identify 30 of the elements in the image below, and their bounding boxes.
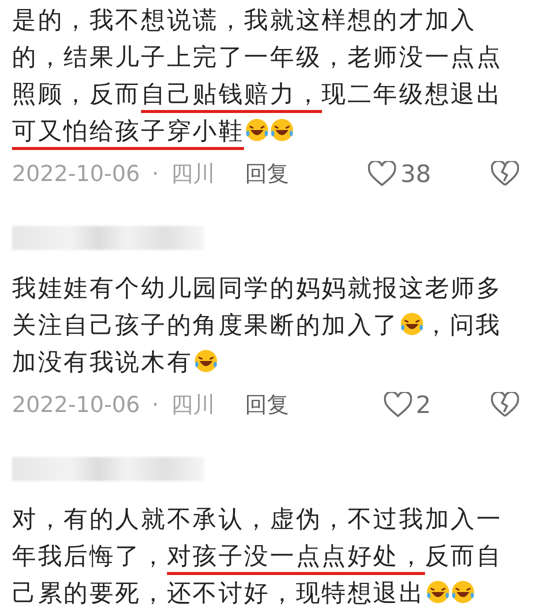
comment-text-line: 我娃娃有个幼儿园同学的妈妈就报这老师多 bbox=[12, 273, 504, 304]
comment-text-line: 是的，我不想说谎，我就这样想的才加入 bbox=[12, 5, 478, 36]
comment-text-line: 加没有我说木有 bbox=[12, 344, 529, 381]
laughing-emoji-icon bbox=[194, 349, 218, 373]
comment-location: 四川 bbox=[170, 161, 215, 189]
heart-icon[interactable] bbox=[368, 161, 396, 187]
comment-text-line: 可又怕给孩子穿小鞋 bbox=[12, 113, 529, 150]
laughing-emoji-icon bbox=[450, 580, 475, 604]
broken-heart-icon[interactable] bbox=[491, 392, 519, 418]
broken-heart-icon[interactable] bbox=[491, 161, 519, 187]
like-count: 2 bbox=[416, 391, 431, 419]
comment-date: 2022-10-06 bbox=[12, 162, 140, 186]
comment-text-line: 己累的要死，还不讨好，现特想退出 bbox=[12, 575, 529, 612]
separator-dot: · bbox=[152, 162, 159, 186]
comment-text-line: 对，有的人就不承认，虚伪，不过我加入一 bbox=[12, 504, 504, 535]
laughing-emoji-icon bbox=[400, 312, 424, 336]
laughing-emoji-icon bbox=[270, 118, 294, 142]
comment-text-line: 关注自己孩子的角度果断的加入了 ，问我 bbox=[12, 310, 502, 341]
heart-icon[interactable] bbox=[384, 392, 412, 418]
comment-text-line: 的，结果儿子上完了一年级，老师没一点点 bbox=[12, 42, 504, 73]
reply-link[interactable]: 回复 bbox=[244, 159, 289, 189]
laughing-emoji-icon bbox=[245, 118, 270, 142]
comment-text-line: 年我后悔了，对孩子没一点点好处，反而自 bbox=[12, 538, 529, 575]
laughing-emoji-icon bbox=[426, 580, 450, 604]
comment-date: 2022-10-06 bbox=[12, 392, 140, 418]
separator-dot: · bbox=[152, 392, 159, 418]
comment-text-line: 照顾，反而 自己贴钱赔力，现二年级想退出 bbox=[12, 76, 529, 113]
like-count: 38 bbox=[400, 160, 431, 188]
comment-location: 四川 bbox=[170, 392, 215, 420]
reply-link[interactable]: 回复 bbox=[244, 390, 289, 420]
